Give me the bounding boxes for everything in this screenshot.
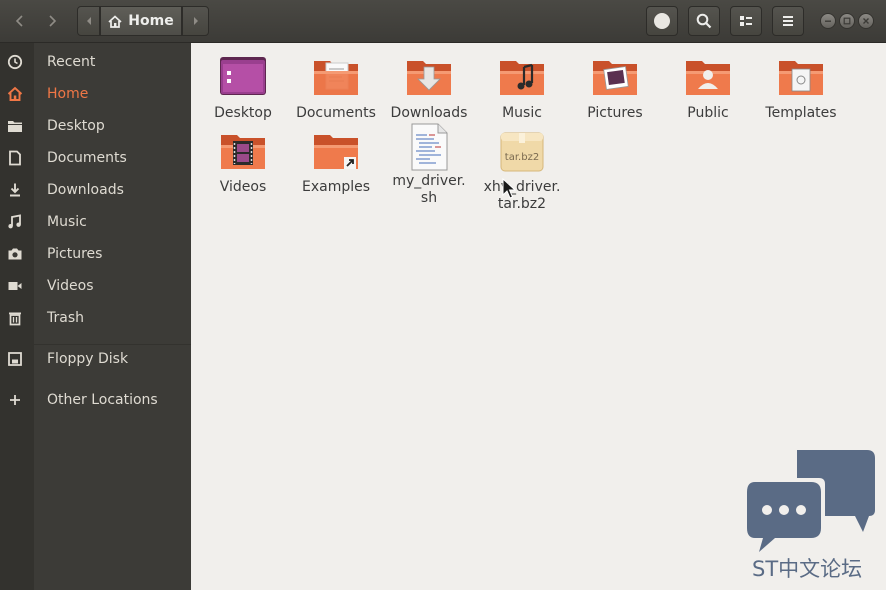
sidebar-item-label: Trash xyxy=(47,310,84,326)
home-icon xyxy=(108,14,122,28)
path-home-button[interactable]: Home xyxy=(100,6,182,36)
folder-music-icon xyxy=(498,55,546,103)
sidebar-item-downloads[interactable]: Downloads xyxy=(0,174,191,206)
forward-button[interactable] xyxy=(37,6,67,36)
triangle-left-icon xyxy=(86,17,91,25)
header-bar: Home xyxy=(0,0,886,43)
sidebar-item-label: Home xyxy=(47,86,89,102)
minimize-button[interactable] xyxy=(820,13,836,29)
folder-pictures-icon xyxy=(591,55,639,103)
sidebar-item-music[interactable]: Music xyxy=(0,206,191,238)
file-name: Examples xyxy=(301,179,371,195)
menu-icon xyxy=(783,16,793,26)
file-name-line1: xhv_driver. xyxy=(483,179,561,195)
document-icon xyxy=(6,149,24,167)
file-item-downloads[interactable]: Downloads xyxy=(384,55,474,122)
search-button[interactable] xyxy=(688,6,720,36)
chevron-left-icon xyxy=(15,15,23,27)
back-button[interactable] xyxy=(5,6,35,36)
search-icon xyxy=(696,13,712,29)
sidebar-item-label: Other Locations xyxy=(47,392,158,408)
folder-desktop-icon xyxy=(219,55,267,103)
trash-icon xyxy=(6,309,24,327)
sidebar-item-label: Videos xyxy=(47,278,94,294)
sidebar-item-videos[interactable]: Videos xyxy=(0,270,191,302)
music-icon xyxy=(6,213,24,231)
maximize-button[interactable] xyxy=(839,13,855,29)
close-button[interactable] xyxy=(858,13,874,29)
file-name-line1: my_driver. xyxy=(392,173,466,189)
file-name: Downloads xyxy=(390,105,468,121)
file-name: Desktop xyxy=(214,105,272,121)
file-item-pictures[interactable]: Pictures xyxy=(570,55,660,122)
menu-button[interactable] xyxy=(772,6,804,36)
file-name: Music xyxy=(502,105,542,121)
sidebar-item-home[interactable]: Home xyxy=(0,78,191,110)
sidebar-item-pictures[interactable]: Pictures xyxy=(0,238,191,270)
file-name: Videos xyxy=(219,179,267,195)
close-icon xyxy=(863,18,869,24)
minimize-icon xyxy=(825,20,831,22)
home-icon xyxy=(6,85,24,103)
file-item-xhv-driver-tar-bz2[interactable]: tar.bz2 xhv_driver. tar.bz2 xyxy=(477,129,567,213)
plus-icon xyxy=(6,391,24,409)
sidebar-item-label: Floppy Disk xyxy=(47,351,129,367)
record-button[interactable] xyxy=(646,6,678,36)
mouse-cursor-icon xyxy=(502,178,517,199)
clock-icon xyxy=(6,53,24,71)
archive-icon: tar.bz2 xyxy=(498,129,546,177)
file-name: Documents xyxy=(296,105,376,121)
file-item-public[interactable]: Public xyxy=(663,55,753,122)
record-icon xyxy=(654,13,670,29)
file-item-desktop[interactable]: Desktop xyxy=(198,55,288,122)
folder-documents-icon xyxy=(312,55,360,103)
shell-script-icon xyxy=(405,123,453,171)
file-item-examples[interactable]: Examples xyxy=(291,129,381,196)
file-name-line2: sh xyxy=(420,190,438,206)
sidebar-item-other-locations[interactable]: Other Locations xyxy=(0,384,191,416)
path-next-button[interactable] xyxy=(182,6,209,36)
video-icon xyxy=(6,277,24,295)
sidebar-item-floppy-disk[interactable]: Floppy Disk xyxy=(0,343,191,375)
file-name: Pictures xyxy=(587,105,643,121)
folder-icon xyxy=(6,117,24,135)
path-home-label: Home xyxy=(128,13,174,29)
sidebar-item-label: Desktop xyxy=(47,118,105,134)
sidebar-item-label: Recent xyxy=(47,54,96,70)
download-icon xyxy=(6,181,24,199)
sidebar-item-documents[interactable]: Documents xyxy=(0,142,191,174)
sidebar: Recent Home Desktop Documents Downloads … xyxy=(0,43,191,590)
sidebar-item-label: Pictures xyxy=(47,246,103,262)
folder-templates-icon xyxy=(777,55,825,103)
file-item-videos[interactable]: Videos xyxy=(198,129,288,196)
chevron-right-icon xyxy=(49,15,57,27)
camera-icon xyxy=(6,245,24,263)
file-item-templates[interactable]: Templates xyxy=(756,55,846,122)
maximize-icon xyxy=(843,17,851,25)
file-item-my-driver-sh[interactable]: my_driver. sh xyxy=(384,123,474,207)
file-name-line2: tar.bz2 xyxy=(497,196,547,212)
watermark-text: ST中文论坛 xyxy=(752,557,863,581)
sidebar-item-recent[interactable]: Recent xyxy=(0,46,191,78)
file-name: Templates xyxy=(765,105,837,121)
folder-downloads-icon xyxy=(405,55,453,103)
archive-icon-label: tar.bz2 xyxy=(505,152,539,163)
sidebar-item-trash[interactable]: Trash xyxy=(0,302,191,334)
file-name: Public xyxy=(687,105,729,121)
sidebar-item-label: Downloads xyxy=(47,182,124,198)
view-list-icon xyxy=(740,16,752,26)
sidebar-item-label: Documents xyxy=(47,150,127,166)
sidebar-item-label: Music xyxy=(47,214,87,230)
path-prev-button[interactable] xyxy=(77,6,100,36)
folder-public-icon xyxy=(684,55,732,103)
file-item-documents[interactable]: Documents xyxy=(291,55,381,122)
file-item-music[interactable]: Music xyxy=(477,55,567,122)
floppy-icon xyxy=(6,350,24,368)
view-toggle-button[interactable] xyxy=(730,6,762,36)
folder-link-icon xyxy=(312,129,360,177)
sidebar-item-desktop[interactable]: Desktop xyxy=(0,110,191,142)
folder-videos-icon xyxy=(219,129,267,177)
triangle-right-icon xyxy=(193,17,198,25)
